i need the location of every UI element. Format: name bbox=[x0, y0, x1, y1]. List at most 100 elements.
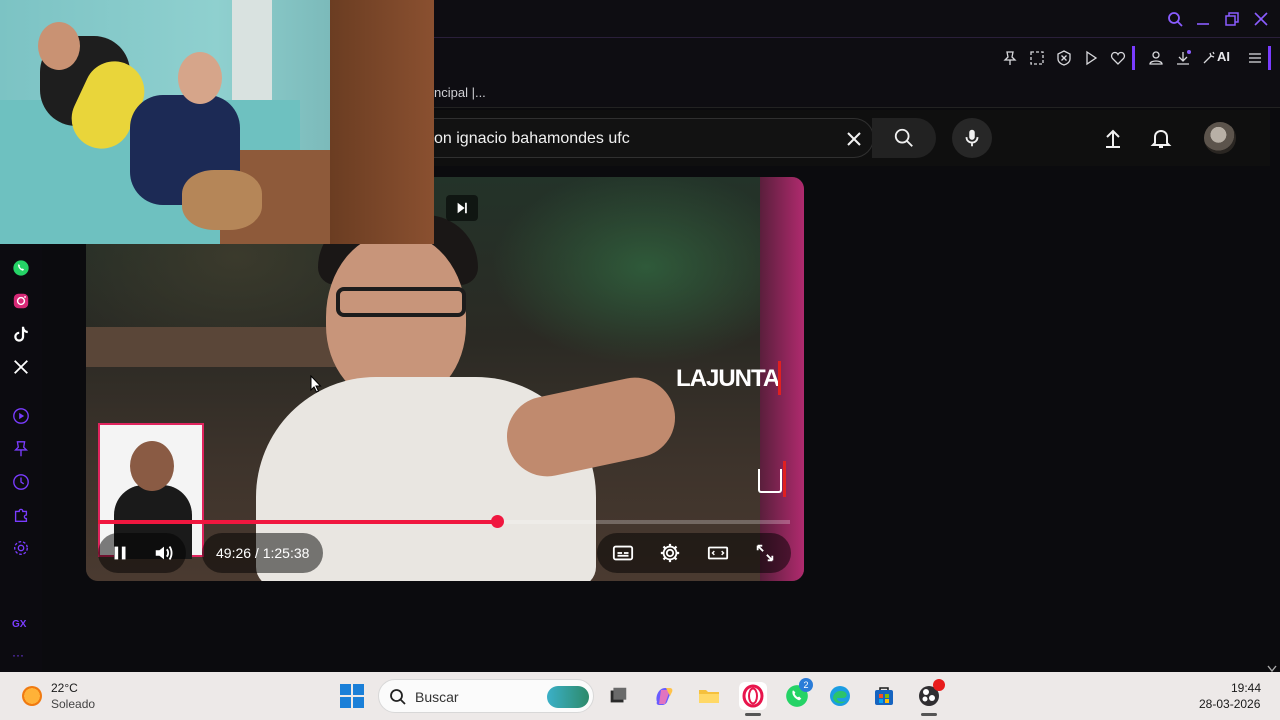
x-twitter-icon[interactable] bbox=[11, 357, 31, 377]
voice-search-button[interactable] bbox=[952, 118, 992, 158]
channel-logo-small bbox=[758, 469, 782, 493]
search-input[interactable]: on ignacio bahamondes ufc bbox=[434, 118, 874, 158]
youtube-header: on ignacio bahamondes ufc bbox=[434, 110, 1270, 166]
clear-search-icon[interactable] bbox=[844, 129, 864, 149]
microphone-icon bbox=[965, 129, 979, 147]
gear-icon bbox=[661, 543, 680, 563]
sign-interpreter-head bbox=[130, 441, 174, 491]
taskbar-search-placeholder: Buscar bbox=[415, 689, 459, 705]
obs-active-indicator bbox=[921, 713, 937, 716]
restore-icon[interactable] bbox=[1222, 9, 1242, 29]
microsoft-store-icon[interactable] bbox=[870, 682, 898, 710]
easy-setup-icon[interactable] bbox=[1245, 48, 1265, 68]
webcam-overlay bbox=[0, 0, 434, 244]
snapshot-icon[interactable] bbox=[1027, 48, 1047, 68]
skip-next-icon bbox=[457, 202, 467, 214]
volume-icon bbox=[155, 546, 173, 560]
obs-recording-indicator bbox=[933, 679, 945, 691]
aria-ai-icon[interactable] bbox=[1199, 48, 1219, 68]
gx-label[interactable]: GX bbox=[12, 619, 26, 630]
copilot-icon[interactable] bbox=[650, 682, 678, 710]
pause-icon bbox=[114, 546, 126, 560]
theater-mode-button[interactable] bbox=[696, 533, 740, 573]
minimize-icon[interactable] bbox=[1193, 9, 1213, 29]
task-view-icon[interactable] bbox=[604, 682, 632, 710]
right-controls-group bbox=[597, 533, 791, 573]
edge-browser-icon[interactable] bbox=[826, 682, 854, 710]
close-window-icon[interactable] bbox=[1251, 9, 1271, 29]
heart-icon[interactable] bbox=[1108, 48, 1128, 68]
pinboard-icon[interactable] bbox=[11, 439, 31, 459]
whatsapp-unread-badge: 2 bbox=[799, 678, 813, 692]
extensions-puzzle-icon[interactable] bbox=[11, 505, 31, 525]
webcam-person-right-head bbox=[178, 52, 222, 104]
scroll-down-arrow-icon[interactable] bbox=[1267, 660, 1277, 673]
theater-mode-icon bbox=[707, 546, 728, 560]
gx-sidebar: GX ··· bbox=[0, 244, 42, 672]
more-options[interactable]: ··· bbox=[12, 648, 24, 662]
channel-watermark: LAJUNTA bbox=[676, 365, 780, 392]
watermark-accent-bar bbox=[778, 361, 781, 395]
progress-bar[interactable] bbox=[98, 515, 790, 528]
fullscreen-icon bbox=[756, 544, 774, 562]
file-explorer-icon[interactable] bbox=[695, 682, 723, 710]
tiktok-icon[interactable] bbox=[11, 324, 31, 344]
pin-icon[interactable] bbox=[1000, 48, 1020, 68]
time-readout: 49:26 / 1:25:38 bbox=[216, 545, 310, 561]
webcam-dog bbox=[182, 170, 262, 230]
upload-icon[interactable] bbox=[1099, 124, 1127, 152]
taskbar-search[interactable]: Buscar bbox=[378, 679, 594, 713]
fullscreen-button[interactable] bbox=[743, 533, 787, 573]
tab-strip: ncipal |... bbox=[434, 78, 1280, 108]
start-windows-icon[interactable] bbox=[340, 684, 364, 708]
player-icon[interactable] bbox=[1081, 48, 1101, 68]
search-icon bbox=[894, 128, 913, 147]
subtitles-icon bbox=[612, 545, 634, 561]
browser-titlebar bbox=[434, 0, 1280, 38]
instagram-icon[interactable] bbox=[11, 291, 31, 311]
channel-logo-accent-bar bbox=[783, 461, 786, 497]
time-display: 49:26 / 1:25:38 bbox=[202, 533, 324, 573]
obs-studio-icon[interactable] bbox=[915, 679, 945, 710]
webcam-wardrobe bbox=[330, 0, 434, 244]
mouse-cursor-icon bbox=[310, 374, 322, 393]
search-button[interactable] bbox=[872, 118, 936, 158]
search-query[interactable]: on ignacio bahamondes ufc bbox=[434, 130, 630, 148]
webcam-person-left-head bbox=[38, 22, 80, 70]
next-video-button[interactable] bbox=[446, 195, 478, 221]
clock-date[interactable]: 28-03-2026 bbox=[1199, 697, 1260, 711]
account-icon[interactable] bbox=[1146, 48, 1166, 68]
opera-active-indicator bbox=[745, 713, 761, 716]
screen: AI ncipal |... on ignacio bahamondes ufc bbox=[0, 0, 1280, 720]
settings-gear-icon[interactable] bbox=[11, 538, 31, 558]
browser-toolbar: AI bbox=[434, 38, 1280, 78]
subtitles-button[interactable] bbox=[601, 533, 645, 573]
windows-taskbar: 22°C Soleado Buscar 2 19:44 28-03-2026 bbox=[0, 672, 1280, 720]
tab-title[interactable]: ncipal |... bbox=[434, 85, 486, 100]
pause-button[interactable] bbox=[98, 533, 142, 573]
play-volume-group bbox=[98, 533, 186, 573]
search-icon bbox=[390, 689, 406, 705]
whatsapp-icon[interactable] bbox=[11, 258, 31, 278]
weather-condition[interactable]: Soleado bbox=[51, 697, 95, 711]
video-person-glasses bbox=[336, 287, 466, 317]
opera-gx-icon[interactable] bbox=[739, 682, 767, 710]
volume-button[interactable] bbox=[142, 533, 186, 573]
adblock-icon[interactable] bbox=[1054, 48, 1074, 68]
search-highlight-icon bbox=[547, 686, 589, 708]
video-frame-table bbox=[86, 327, 336, 367]
avatar[interactable] bbox=[1204, 122, 1236, 154]
ai-label[interactable]: AI bbox=[1217, 49, 1230, 64]
search-icon[interactable] bbox=[1165, 9, 1185, 29]
whatsapp-taskbar-icon[interactable]: 2 bbox=[783, 678, 813, 710]
progress-bar-played bbox=[98, 520, 498, 524]
download-icon[interactable] bbox=[1173, 48, 1193, 68]
player-sidebar-icon[interactable] bbox=[11, 406, 31, 426]
notifications-bell-icon[interactable] bbox=[1147, 124, 1175, 152]
history-clock-icon[interactable] bbox=[11, 472, 31, 492]
settings-button[interactable] bbox=[648, 533, 692, 573]
weather-temperature[interactable]: 22°C bbox=[51, 681, 78, 695]
weather-sun-icon[interactable] bbox=[22, 686, 42, 706]
toolbar-edge-accent bbox=[1268, 46, 1271, 70]
clock-time[interactable]: 19:44 bbox=[1231, 681, 1261, 695]
